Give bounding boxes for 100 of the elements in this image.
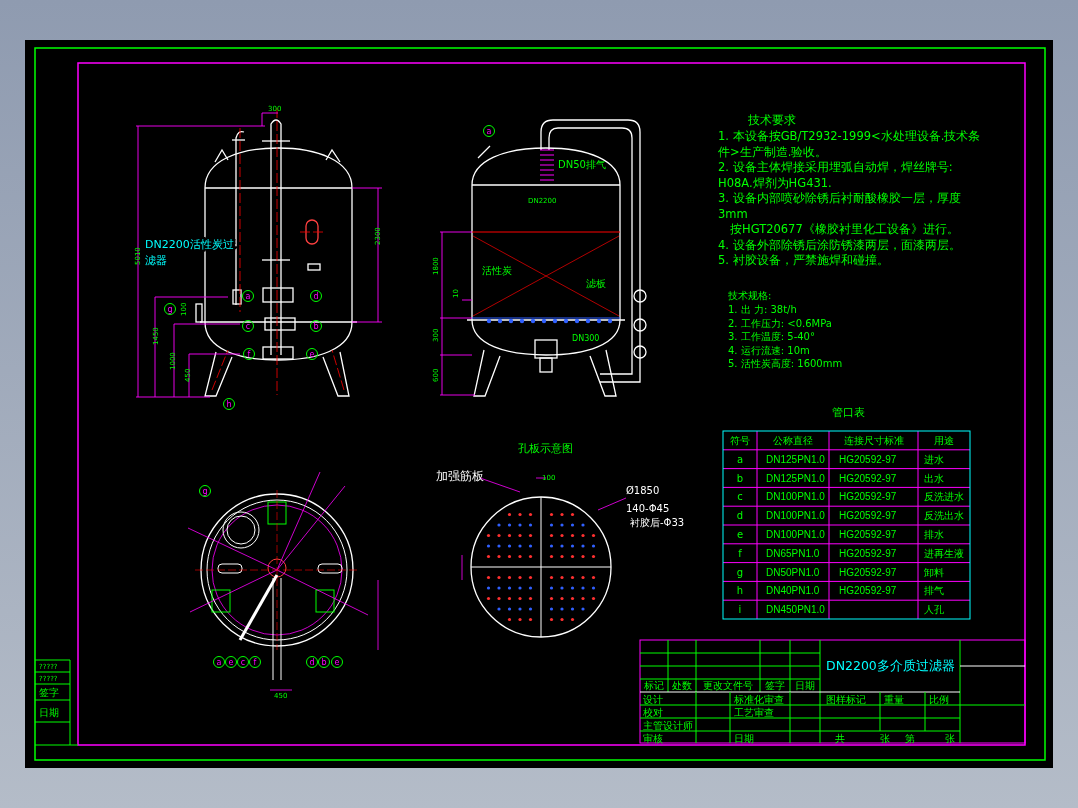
title-block-label: 签字 (765, 680, 785, 691)
nozzle-tag: f (243, 348, 255, 360)
spec-line: 5. 活性炭高度: 1600mm (728, 358, 843, 369)
table-cell: d (736, 510, 744, 522)
table-cell: HG20592-97 (839, 566, 897, 578)
title-block-label: 第 (905, 732, 915, 744)
table-cell: HG20592-97 (839, 472, 897, 484)
table-cell: DN50PN1.0 (766, 566, 820, 578)
nozzle-tag: g (164, 303, 176, 315)
column-header: 连接尺寸标准 (843, 435, 904, 446)
title-block-label: 处数 (672, 680, 692, 691)
plate-label: 衬胶后-Φ33 (630, 517, 685, 528)
table-cell: HG20592-97 (839, 547, 897, 559)
table-cell: HG20592-97 (839, 491, 897, 503)
spec-line: 2. 工作压力: <0.6MPa (728, 317, 832, 329)
title-block-label: 工艺审查 (734, 706, 774, 718)
diagram-title: 孔板示意图 (518, 442, 573, 455)
table-cell: 人孔 (924, 604, 944, 616)
nozzle-tag: f (249, 656, 261, 668)
title-block-label: 标记 (644, 680, 664, 691)
section-heading: 技术规格: (728, 290, 772, 301)
table-cell: HG20592-97 (839, 453, 897, 465)
section-heading: 技术要求 (748, 113, 796, 127)
nozzle-tag: a (242, 290, 254, 302)
requirement-line: 4. 设备外部除锈后涂防锈漆两层，面漆两层。 (718, 237, 961, 252)
nozzle-tag: g (199, 485, 211, 497)
table-cell: 进水 (924, 453, 944, 465)
table-cell: g (736, 566, 744, 578)
nozzle-tag: h (223, 398, 235, 410)
column-header: 公称直径 (773, 435, 813, 446)
title-block-label: 比例 (929, 693, 949, 705)
table-cell: HG20592-97 (839, 585, 897, 597)
nozzle-tag: d (306, 656, 318, 668)
nozzle-tag: e (225, 656, 237, 668)
table-cell: DN125PN1.0 (766, 453, 825, 465)
title-block-label: 更改文件号 (703, 680, 753, 691)
title-block-label: 标准化审查 (734, 693, 784, 705)
table-cell: f (738, 547, 742, 559)
title-block-label: 张 (945, 732, 955, 744)
title-block-label: 张 (880, 732, 890, 744)
title-block-label: 主管设计师 (643, 719, 693, 731)
requirement-line: 按HGT20677《橡胶衬里化工设备》进行。 (730, 222, 959, 236)
column-header: 用途 (934, 435, 954, 446)
table-cell: DN65PN1.0 (766, 547, 820, 559)
spec-line: 4. 运行流速: 10m (728, 344, 810, 356)
strip-label: 日期 (39, 707, 59, 718)
table-cell: 出水 (924, 472, 944, 484)
requirement-line: H08A.焊剂为HG431. (718, 175, 832, 190)
table-title: 管口表 (832, 406, 865, 419)
title-block-label: 共 (835, 732, 845, 744)
vessel-label: 滤器 (145, 254, 167, 267)
table-cell: DN100PN1.0 (766, 529, 825, 540)
table-cell: 反洗出水 (924, 510, 964, 522)
section-label: DN300 (572, 334, 600, 343)
nozzle-tag: e (306, 348, 318, 360)
nozzle-tag: d (310, 290, 322, 302)
title-block-label: 重量 (884, 693, 904, 705)
table-cell: i (738, 604, 742, 616)
plate-label: 加强筋板 (436, 469, 484, 483)
table-cell: DN450PN1.0 (766, 604, 825, 616)
table-cell: e (736, 529, 744, 540)
table-cell: DN40PN1.0 (766, 585, 820, 597)
requirement-line: 3. 设备内部喷砂除锈后衬耐酸橡胶一层，厚度 (718, 191, 961, 205)
nozzle-tag: e (331, 656, 343, 668)
title-block-label: 图样标记 (826, 693, 866, 705)
requirement-line: 2. 设备主体焊接采用埋弧自动焊，焊丝牌号: (718, 160, 953, 174)
nozzle-tag: a (213, 656, 225, 668)
table-cell: h (736, 585, 744, 597)
nozzle-tag: b (310, 320, 322, 332)
title-block-label: 校对 (643, 706, 663, 718)
spec-line: 3. 工作温度: 5-40° (728, 331, 815, 342)
strip-label: 签字 (39, 687, 59, 698)
nozzle-tag: b (318, 656, 330, 668)
plate-label: 140-Φ45 (626, 503, 670, 514)
plate-label: Ø1850 (626, 485, 660, 496)
drawing-title: DN2200多介质过滤器 (826, 658, 955, 673)
table-cell: HG20592-97 (839, 510, 897, 522)
requirement-line: 件>生产制造.验收。 (718, 144, 828, 159)
nozzle-tag: a (483, 125, 495, 137)
table-cell: 排水 (924, 529, 944, 540)
table-cell: DN125PN1.0 (766, 472, 825, 484)
requirement-line: 5. 衬胶设备，严禁施焊和碰撞。 (718, 253, 889, 267)
title-block-label: 设计 (643, 693, 663, 705)
column-header: 符号 (730, 435, 750, 446)
table-cell: 卸料 (924, 566, 944, 578)
table-cell: DN100PN1.0 (766, 510, 825, 522)
nozzle-tag: c (237, 656, 249, 668)
title-block-label: 日期 (734, 732, 754, 744)
section-label: DN50排气 (558, 159, 606, 170)
requirement-line: 1. 本设备按GB/T2932-1999<水处理设备.技术条 (718, 129, 981, 143)
section-label: 活性炭 (482, 265, 512, 276)
table-cell: 排气 (924, 585, 944, 597)
table-cell: c (737, 491, 743, 503)
table-cell: 反洗进水 (924, 491, 964, 503)
title-block-label: 审核 (643, 732, 663, 744)
table-cell: DN100PN1.0 (766, 491, 825, 503)
requirement-line: 3mm (718, 206, 748, 221)
section-label: 滤板 (586, 278, 606, 289)
table-cell: a (736, 453, 744, 465)
table-cell: 进再生液 (924, 547, 964, 559)
